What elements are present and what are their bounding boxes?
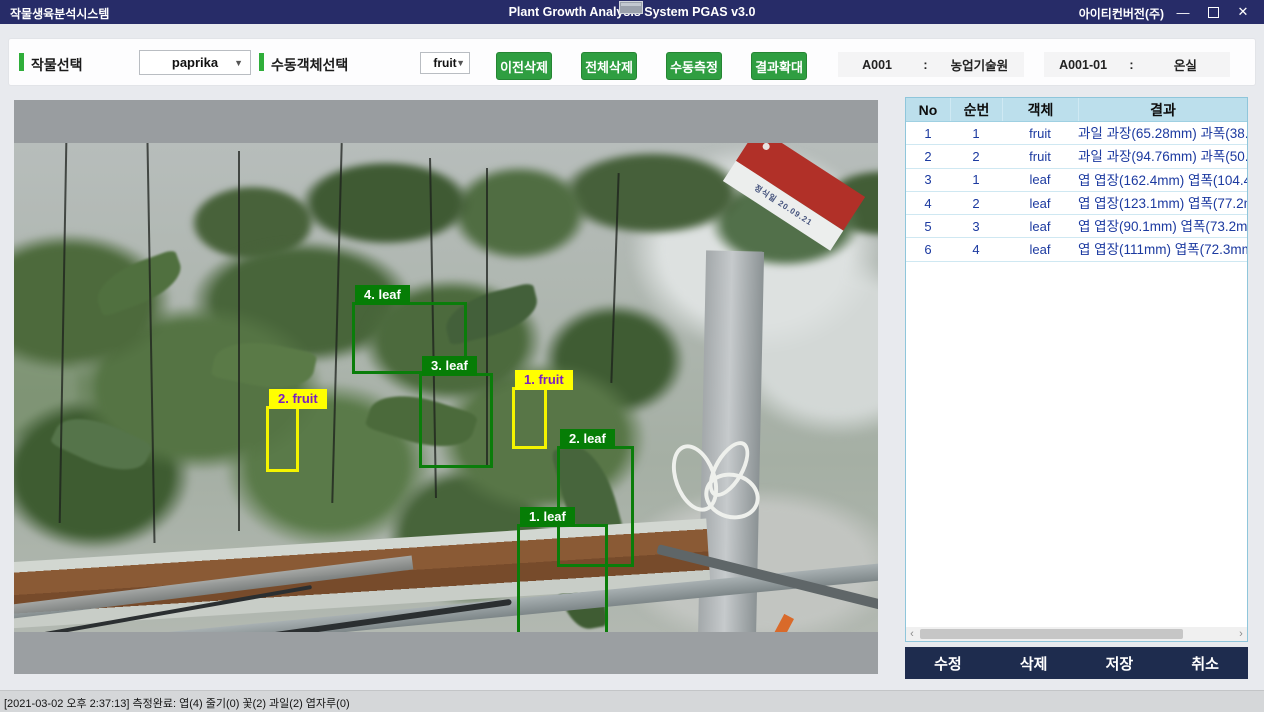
detection-label: 1. fruit (515, 370, 573, 390)
image-letterbox-top (14, 100, 878, 143)
cell-result: 엽 엽장(90.1mm) 엽폭(73.2mm) (1078, 215, 1247, 237)
image-letterbox-bottom (14, 632, 878, 674)
cell-object: fruit (1002, 122, 1078, 144)
detection-box-leaf-1[interactable]: 1. leaf (517, 524, 608, 632)
cell-seq: 1 (950, 122, 1002, 144)
room-name: 온실 (1141, 55, 1230, 74)
enlarge-result-button[interactable]: 결과확대 (751, 52, 807, 80)
delete-previous-button[interactable]: 이전삭제 (496, 52, 552, 80)
table-row[interactable]: 3 1 leaf 엽 엽장(162.4mm) 엽폭(104.4mm) (906, 169, 1247, 192)
crop-select-value: paprika (172, 55, 218, 70)
support-string (238, 151, 240, 531)
maximize-icon[interactable] (1198, 0, 1228, 24)
site-code: A001 (838, 58, 916, 72)
horizontal-scrollbar[interactable]: ‹ › (906, 627, 1247, 641)
cell-result: 엽 엽장(111mm) 엽폭(72.3mm) (1078, 238, 1247, 260)
cancel-button[interactable]: 취소 (1162, 647, 1248, 679)
detection-box-fruit-1[interactable]: 1. fruit (512, 387, 547, 449)
cell-no: 1 (906, 122, 950, 144)
header-seq: 순번 (950, 98, 1002, 121)
crop-select-dropdown[interactable]: paprika ▼ (139, 50, 251, 75)
accent-bar (19, 53, 24, 71)
manual-object-label: 수동객체선택 (271, 55, 348, 75)
table-row[interactable]: 4 2 leaf 엽 엽장(123.1mm) 엽폭(77.2mm) (906, 192, 1247, 215)
maximize-glyph (1208, 7, 1219, 18)
cell-no: 4 (906, 192, 950, 214)
chevron-down-icon: ▼ (234, 57, 243, 67)
site-name: 농업기술원 (935, 55, 1024, 74)
cell-result: 엽 엽장(162.4mm) 엽폭(104.4mm) (1078, 169, 1247, 191)
save-button[interactable]: 저장 (1077, 647, 1163, 679)
manual-measure-button[interactable]: 수동측정 (666, 52, 722, 80)
manual-object-value: fruit (433, 56, 456, 70)
chevron-down-icon: ▼ (456, 58, 465, 68)
window-controls: — ✕ (1168, 0, 1258, 24)
cell-object: leaf (1002, 238, 1078, 260)
table-row[interactable]: 1 1 fruit 과일 과장(65.28mm) 과폭(38.08mm) (906, 122, 1247, 145)
cell-no: 3 (906, 169, 950, 191)
site-separator: : (916, 58, 935, 72)
table-row[interactable]: 2 2 fruit 과일 과장(94.76mm) 과폭(50.6mm) (906, 145, 1247, 168)
delete-button[interactable]: 삭제 (991, 647, 1077, 679)
close-icon[interactable]: ✕ (1228, 0, 1258, 24)
company-name: 아이티컨버전(주) (1079, 5, 1164, 22)
room-separator: : (1122, 58, 1141, 72)
crop-select-label: 작물선택 (31, 55, 83, 75)
site-info-box: A001 : 농업기술원 (838, 52, 1024, 77)
delete-all-button[interactable]: 전체삭제 (581, 52, 637, 80)
detection-label: 3. leaf (422, 356, 477, 376)
room-code: A001-01 (1044, 58, 1122, 72)
title-bar: 작물생육분석시스템 Plant Growth Analysis System P… (0, 0, 1264, 24)
cell-no: 6 (906, 238, 950, 260)
detection-label: 1. leaf (520, 507, 575, 527)
cell-object: fruit (1002, 145, 1078, 167)
table-row[interactable]: 6 4 leaf 엽 엽장(111mm) 엽폭(72.3mm) (906, 238, 1247, 261)
detection-label: 2. leaf (560, 429, 615, 449)
manual-object-dropdown[interactable]: fruit ▼ (420, 52, 470, 74)
cell-object: leaf (1002, 215, 1078, 237)
minimize-icon[interactable]: — (1168, 0, 1198, 24)
cell-seq: 2 (950, 192, 1002, 214)
action-bar: 수정 삭제 저장 취소 (905, 647, 1248, 679)
app-window: 작물생육분석시스템 Plant Growth Analysis System P… (0, 0, 1264, 712)
detection-box-leaf-3[interactable]: 3. leaf (419, 373, 493, 468)
header-result: 결과 (1078, 98, 1247, 121)
cell-result: 엽 엽장(123.1mm) 엽폭(77.2mm) (1078, 192, 1247, 214)
camera-image-panel[interactable]: 정식일 20.09.21 4. leaf 3. leaf 1. fruit (14, 100, 878, 674)
detection-label: 4. leaf (355, 285, 410, 305)
window-preview-icon (619, 1, 643, 14)
status-text: [2021-03-02 오후 2:37:13] 측정완료: 엽(4) 줄기(0)… (4, 695, 350, 711)
detection-box-fruit-2[interactable]: 2. fruit (266, 406, 299, 472)
header-no: No (906, 98, 950, 121)
results-table: No 순번 객체 결과 1 1 fruit 과일 과장(65.28mm) 과폭(… (905, 97, 1248, 642)
cell-result: 과일 과장(65.28mm) 과폭(38.08mm) (1078, 122, 1247, 144)
scroll-right-icon[interactable]: › (1235, 627, 1247, 641)
table-row[interactable]: 5 3 leaf 엽 엽장(90.1mm) 엽폭(73.2mm) (906, 215, 1247, 238)
status-bar: [2021-03-02 오후 2:37:13] 측정완료: 엽(4) 줄기(0)… (0, 690, 1264, 712)
cell-object: leaf (1002, 169, 1078, 191)
cell-object: leaf (1002, 192, 1078, 214)
cell-no: 5 (906, 215, 950, 237)
cell-seq: 4 (950, 238, 1002, 260)
cell-seq: 1 (950, 169, 1002, 191)
header-object: 객체 (1002, 98, 1078, 121)
detection-label: 2. fruit (269, 389, 327, 409)
results-table-header: No 순번 객체 결과 (906, 98, 1247, 122)
greenhouse-photo: 정식일 20.09.21 4. leaf 3. leaf 1. fruit (14, 143, 878, 632)
toolbar: 작물선택 paprika ▼ 수동객체선택 fruit ▼ 이전삭제 전체삭제 … (8, 38, 1256, 86)
cell-result: 과일 과장(94.76mm) 과폭(50.6mm) (1078, 145, 1247, 167)
cell-no: 2 (906, 145, 950, 167)
scroll-left-icon[interactable]: ‹ (906, 627, 918, 641)
room-info-box: A001-01 : 온실 (1044, 52, 1230, 77)
edit-button[interactable]: 수정 (905, 647, 991, 679)
cell-seq: 2 (950, 145, 1002, 167)
scrollbar-thumb[interactable] (920, 629, 1183, 639)
cell-seq: 3 (950, 215, 1002, 237)
accent-bar (259, 53, 264, 71)
